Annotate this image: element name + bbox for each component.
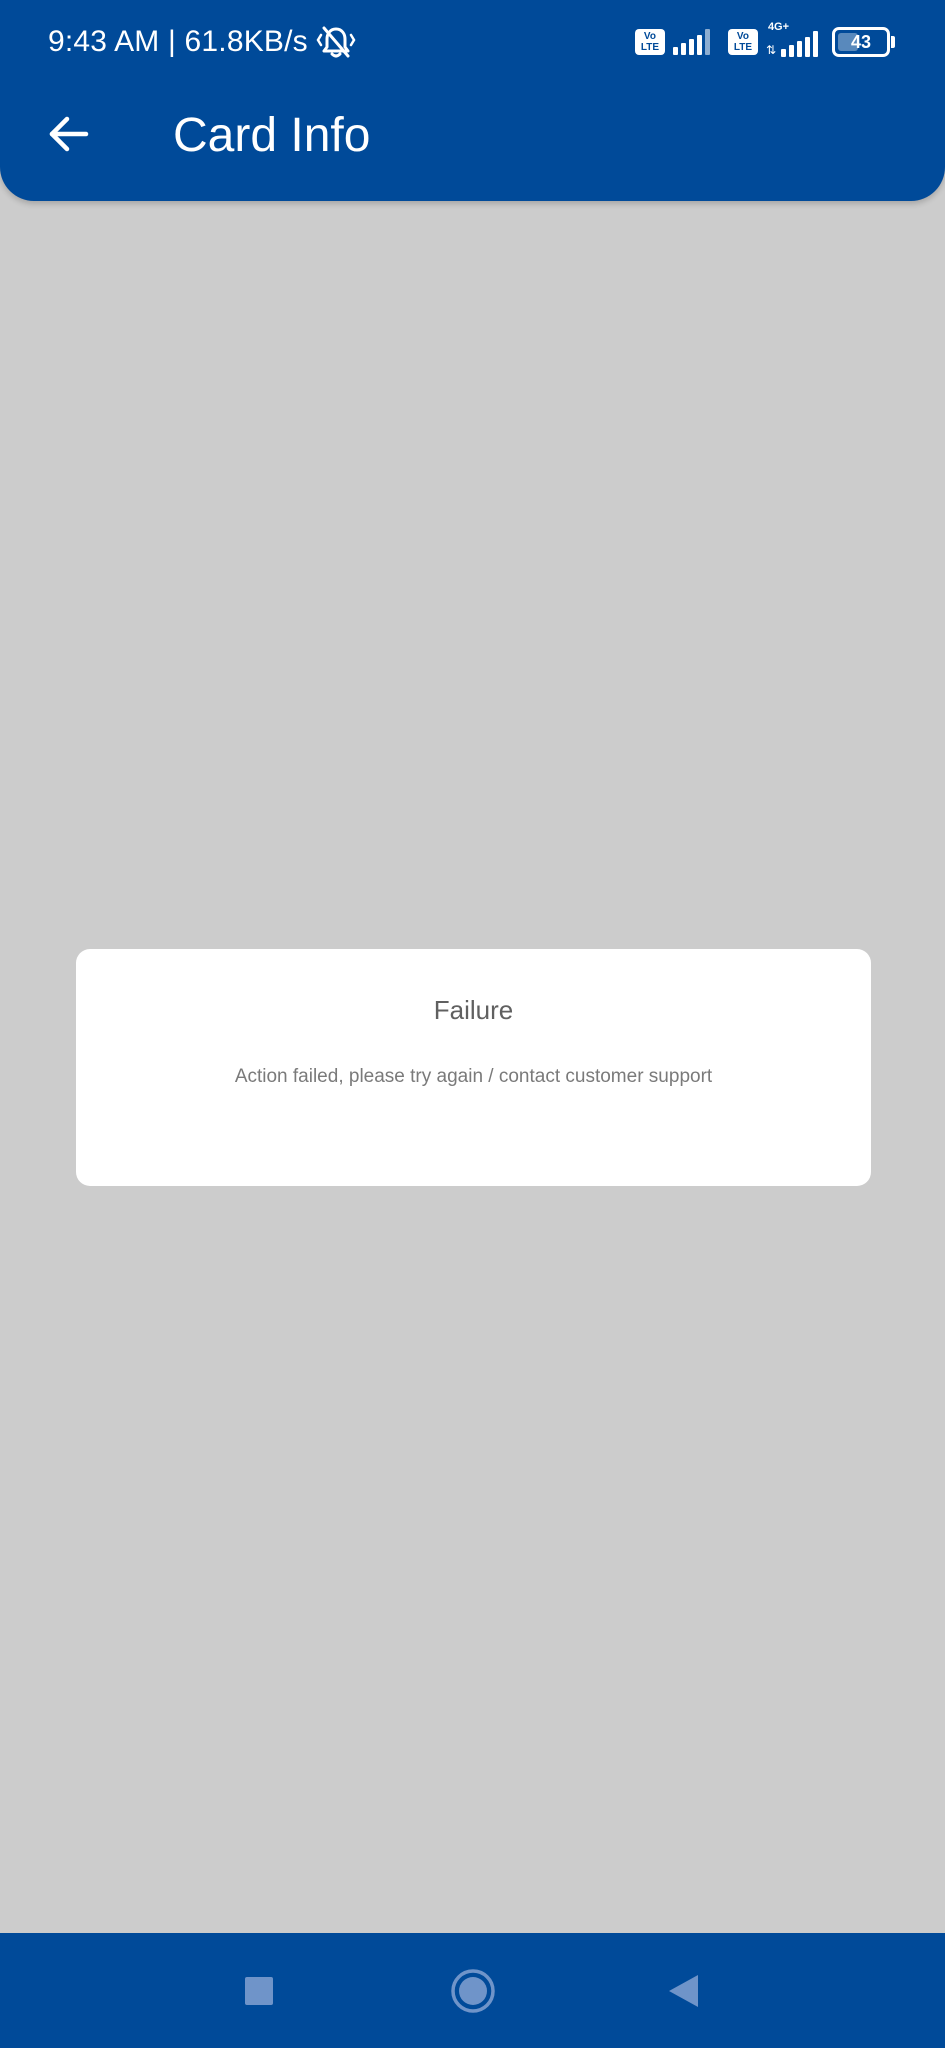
back-button[interactable] [32, 98, 104, 170]
signal-strength-icon-2 [781, 31, 818, 57]
home-button[interactable] [440, 1958, 506, 2024]
dialog-message: Action failed, please try again / contac… [234, 1066, 713, 1087]
network-type-label: 4G+ [767, 21, 790, 33]
page-title: Card Info [173, 109, 371, 162]
toolbar: Card Info [0, 84, 945, 201]
battery-level: 43 [850, 31, 872, 52]
data-arrows-icon: ⇅ [765, 43, 776, 57]
recents-button[interactable] [226, 1958, 292, 2024]
circle-icon [451, 1969, 495, 2013]
status-left: 9:43 AM | 61.8KB/s [48, 22, 356, 62]
battery-icon: 43 [832, 27, 895, 57]
back-nav-button[interactable] [650, 1958, 716, 2024]
dialog-title: Failure [433, 995, 514, 1025]
status-time-speed: 9:43 AM | 61.8KB/s [48, 25, 308, 58]
status-bar: 9:43 AM | 61.8KB/s Vo LTE Vo LTE 4G+ ⇅ 4… [0, 0, 945, 84]
volte-icon-2: Vo LTE [727, 29, 758, 55]
app-bar: 9:43 AM | 61.8KB/s Vo LTE Vo LTE 4G+ ⇅ 4… [0, 0, 945, 201]
system-nav-bar [0, 1933, 945, 2048]
volte-icon: Vo LTE [634, 29, 665, 55]
arrow-left-icon [49, 116, 89, 152]
status-right: Vo LTE Vo LTE 4G+ ⇅ 43 [634, 21, 895, 60]
network-4g-icon: 4G+ ⇅ [765, 21, 818, 57]
bell-muted-icon [316, 24, 356, 60]
square-icon [245, 1977, 273, 2005]
triangle-back-icon [669, 1975, 698, 2007]
failure-dialog: Failure Action failed, please try again … [76, 949, 871, 1186]
signal-strength-icon [672, 29, 710, 55]
